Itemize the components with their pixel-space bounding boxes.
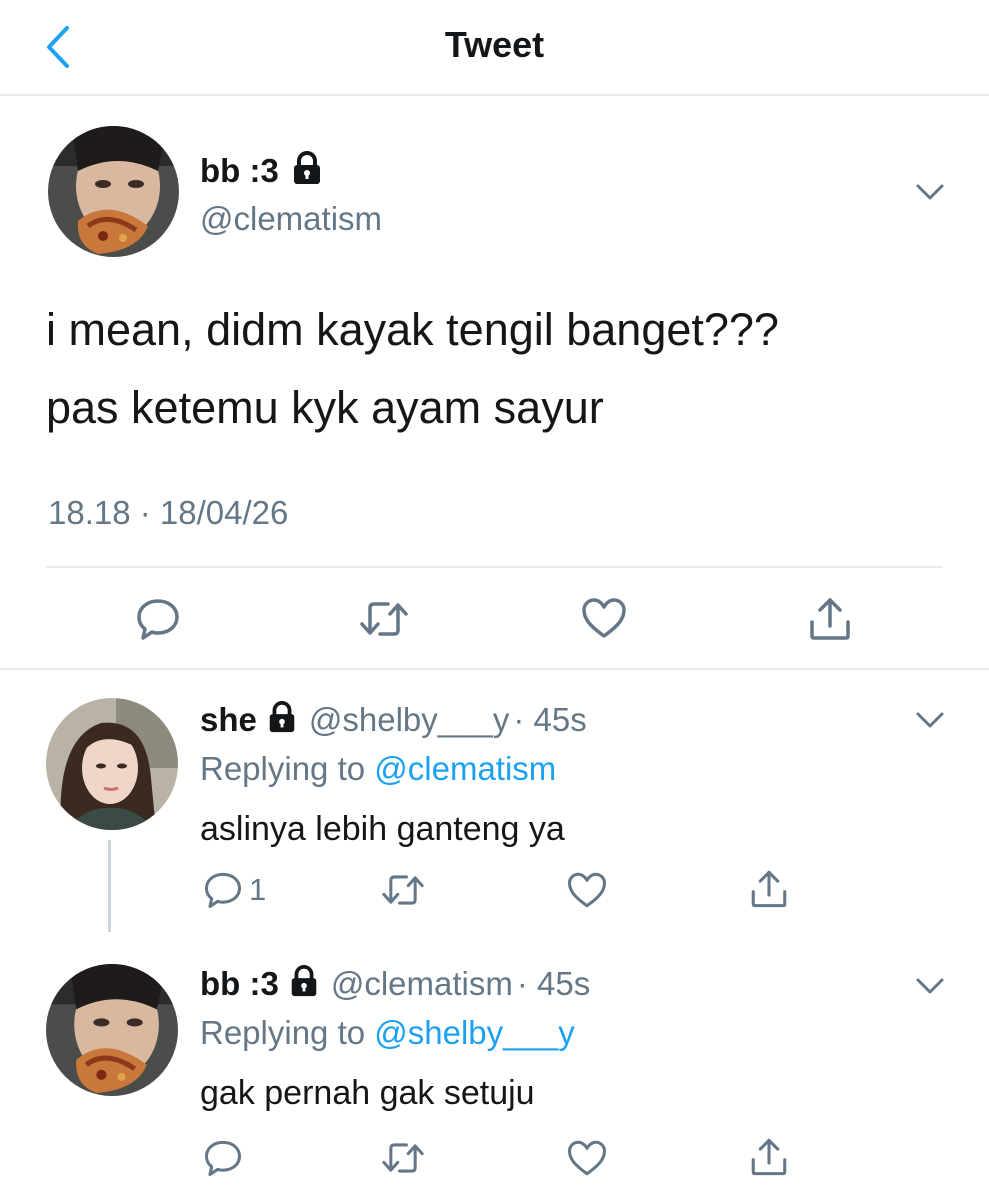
reply-icon xyxy=(204,872,242,909)
replying-to-label: Replying to xyxy=(200,750,375,787)
reply-button[interactable] xyxy=(135,596,181,642)
reply-button[interactable]: 1 xyxy=(203,870,266,910)
retweet-button[interactable] xyxy=(380,1138,426,1178)
share-button[interactable] xyxy=(748,1136,790,1178)
avatar[interactable] xyxy=(46,698,178,830)
reply-text: aslinya lebih ganteng ya xyxy=(200,810,565,848)
author-handle: @clematism xyxy=(330,964,513,1002)
author-handle[interactable]: @clematism xyxy=(200,200,382,238)
tweet-text-line: i mean, didm kayak tengil banget??? xyxy=(46,304,779,355)
replying-to-label: Replying to xyxy=(200,1014,375,1051)
thread-line xyxy=(108,840,111,932)
replying-to-line: Replying to @shelby___y xyxy=(200,1014,575,1052)
reply-button[interactable] xyxy=(203,1138,243,1178)
tweet-text-line: pas ketemu kyk ayam sayur xyxy=(46,382,604,433)
like-button[interactable] xyxy=(580,596,628,640)
reply-time: · 45s xyxy=(516,964,591,1002)
retweet-button[interactable] xyxy=(358,596,410,642)
retweet-icon xyxy=(382,1143,424,1173)
reply-tweet: she @shelby___y · 45s Replying to @clema… xyxy=(0,672,989,932)
heart-icon xyxy=(567,1140,607,1176)
replying-to-mention[interactable]: @clematism xyxy=(374,750,556,787)
reply-icon xyxy=(137,599,179,640)
reply-tweet: bb :3 @clematism · 45s Replying to @shel… xyxy=(0,940,989,1200)
page-title: Tweet xyxy=(444,24,545,65)
chevron-down-icon[interactable] xyxy=(915,710,945,730)
reply-count: 1 xyxy=(249,872,267,907)
chevron-down-icon[interactable] xyxy=(915,976,945,996)
share-button[interactable] xyxy=(806,596,854,642)
author-handle: @shelby___y xyxy=(308,700,510,738)
heart-icon xyxy=(582,598,626,638)
retweet-icon xyxy=(360,602,408,636)
author-display-name: she xyxy=(200,700,257,738)
reply-time: · 45s xyxy=(513,700,587,738)
like-button[interactable] xyxy=(566,1138,608,1178)
divider xyxy=(46,566,943,568)
reply-author-row[interactable]: she @shelby___y · 45s xyxy=(200,700,587,739)
heart-icon xyxy=(567,872,607,908)
tweet-timestamp: 18.18 · 18/04/26 xyxy=(48,494,289,531)
main-tweet: bb :3 @clematism i mean, didm kayak teng… xyxy=(0,96,989,670)
reply-text: gak pernah gak setuju xyxy=(200,1074,535,1112)
tweet-text: i mean, didm kayak tengil banget??? pas … xyxy=(46,291,946,447)
retweet-icon xyxy=(382,875,424,905)
lock-icon xyxy=(289,150,325,191)
author-display-name: bb :3 xyxy=(200,964,279,1002)
avatar[interactable] xyxy=(46,964,178,1096)
lock-icon xyxy=(287,964,321,1003)
share-icon xyxy=(751,870,787,908)
top-bar: Tweet xyxy=(0,0,989,96)
like-button[interactable] xyxy=(566,870,608,910)
share-icon xyxy=(751,1138,787,1176)
reply-author-row[interactable]: bb :3 @clematism · 45s xyxy=(200,964,590,1003)
replying-to-mention[interactable]: @shelby___y xyxy=(374,1014,574,1051)
avatar[interactable] xyxy=(48,126,179,257)
share-button[interactable] xyxy=(748,868,790,910)
chevron-down-icon[interactable] xyxy=(915,182,945,202)
author-display-name: bb :3 xyxy=(200,151,279,189)
reply-icon xyxy=(204,1140,242,1177)
retweet-button[interactable] xyxy=(380,870,426,910)
author-name-row[interactable]: bb :3 xyxy=(200,150,325,191)
lock-icon xyxy=(265,700,299,739)
share-icon xyxy=(810,598,850,640)
replying-to-line: Replying to @clematism xyxy=(200,750,556,788)
